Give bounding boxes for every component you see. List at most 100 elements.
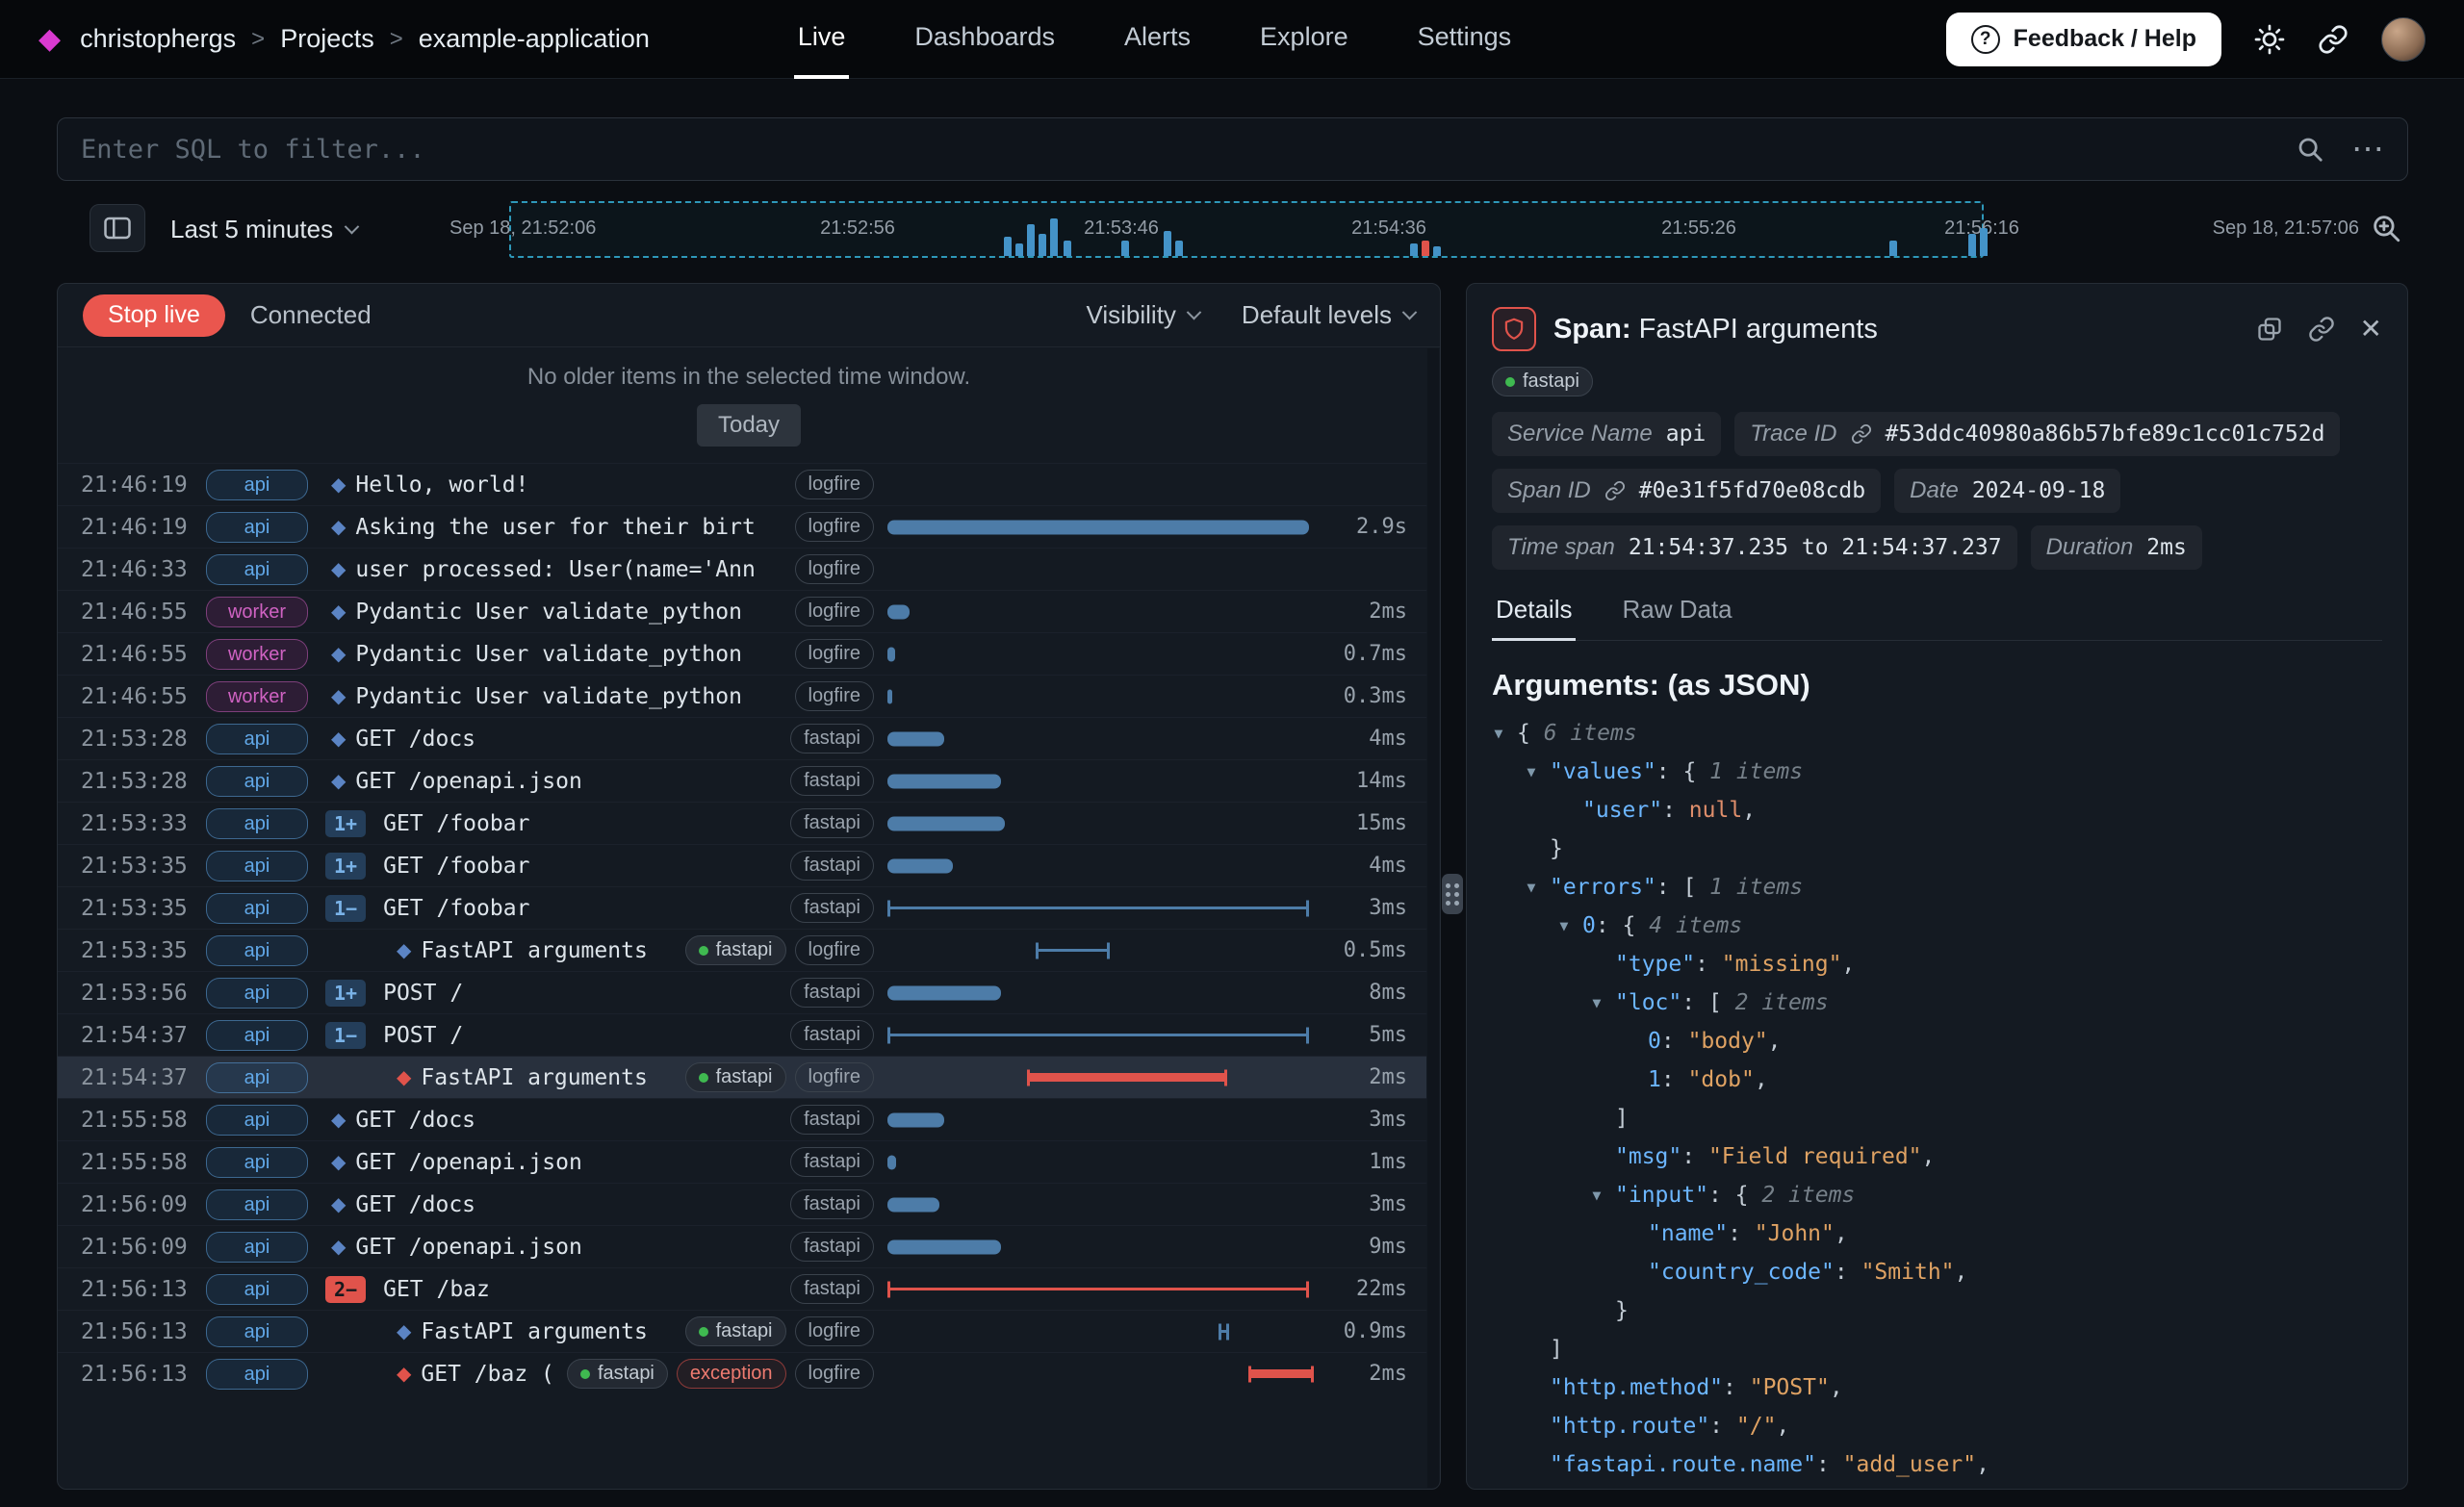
child-count-badge[interactable]: 1+ xyxy=(325,810,366,837)
trace-row[interactable]: 21:54:37api1−POST /fastapi5ms xyxy=(58,1013,1426,1056)
trace-row[interactable]: 21:46:55worker◆Pydantic User validate_py… xyxy=(58,632,1426,675)
timeline-histogram-bar[interactable] xyxy=(1175,241,1183,256)
trace-row[interactable]: 21:56:09api◆GET /openapi.jsonfastapi9ms xyxy=(58,1225,1426,1267)
duration-bar[interactable] xyxy=(887,1155,896,1169)
duration-bar[interactable] xyxy=(887,520,1309,534)
trace-row[interactable]: 21:56:09api◆GET /docsfastapi3ms xyxy=(58,1183,1426,1225)
duration-bar[interactable] xyxy=(887,774,1001,788)
service-tag[interactable]: api xyxy=(206,1062,308,1093)
trace-row[interactable]: 21:56:13api◆FastAPI argumentsfastapilogf… xyxy=(58,1310,1426,1352)
timeline-selection[interactable] xyxy=(509,201,1984,258)
service-tag[interactable]: worker xyxy=(206,597,308,627)
expand-caret-icon[interactable]: ▾ xyxy=(1557,907,1582,945)
time-range-selector[interactable]: Last 5 minutes xyxy=(170,208,357,250)
share-link-icon[interactable] xyxy=(2318,24,2348,55)
trace-row[interactable]: 21:53:35api1−GET /foobarfastapi3ms xyxy=(58,886,1426,929)
child-count-badge[interactable]: 1− xyxy=(325,1022,366,1049)
breadcrumb-item[interactable]: Projects xyxy=(280,24,374,54)
duration-bar[interactable] xyxy=(1036,942,1110,958)
tab-alerts[interactable]: Alerts xyxy=(1120,0,1194,79)
service-tag[interactable]: api xyxy=(206,808,308,839)
timeline-histogram-bar[interactable] xyxy=(1410,243,1418,256)
timeline-histogram-bar[interactable] xyxy=(1015,243,1023,256)
trace-row[interactable]: 21:46:19api◆Hello, world!logfire xyxy=(58,463,1426,505)
panel-resize-handle[interactable] xyxy=(1442,874,1463,914)
service-tag[interactable]: api xyxy=(206,1316,308,1347)
expand-caret-icon[interactable]: ▾ xyxy=(1492,714,1517,753)
trace-row[interactable]: 21:56:13api2−GET /bazfastapi22ms xyxy=(58,1267,1426,1310)
child-count-badge[interactable]: 2− xyxy=(325,1276,366,1303)
service-tag[interactable]: api xyxy=(206,893,308,924)
duration-bar[interactable] xyxy=(887,1112,944,1127)
timeline-histogram-bar[interactable] xyxy=(1004,237,1012,256)
service-tag[interactable]: api xyxy=(206,1105,308,1136)
trace-row[interactable]: 21:53:35api1+GET /foobarfastapi4ms xyxy=(58,844,1426,886)
timeline-histogram-bar[interactable] xyxy=(1121,241,1129,256)
trace-row[interactable]: 21:53:28api◆GET /openapi.jsonfastapi14ms xyxy=(58,759,1426,802)
trace-row[interactable]: 21:55:58api◆GET /openapi.jsonfastapi1ms xyxy=(58,1140,1426,1183)
duration-bar[interactable] xyxy=(887,816,1005,830)
tab-settings[interactable]: Settings xyxy=(1414,0,1516,79)
duration-bar[interactable] xyxy=(1248,1366,1314,1382)
timeline-histogram-bar[interactable] xyxy=(1039,234,1046,256)
zoom-in-icon[interactable] xyxy=(2370,212,2402,244)
close-icon[interactable]: ✕ xyxy=(2360,316,2382,343)
timeline-histogram-bar[interactable] xyxy=(1027,224,1035,256)
service-tag[interactable]: api xyxy=(206,766,308,797)
expand-caret-icon[interactable]: ▾ xyxy=(1590,983,1615,1022)
service-tag[interactable]: api xyxy=(206,724,308,754)
timeline-histogram-bar[interactable] xyxy=(1980,228,1988,256)
service-tag[interactable]: api xyxy=(206,1274,308,1305)
breadcrumb-item[interactable]: christophergs xyxy=(80,24,236,54)
breadcrumb-item[interactable]: example-application xyxy=(419,24,650,54)
stop-live-button[interactable]: Stop live xyxy=(83,294,225,337)
duration-bar[interactable] xyxy=(887,1239,1001,1254)
duration-bar[interactable] xyxy=(887,604,910,619)
timeline-histogram-bar[interactable] xyxy=(1889,241,1897,256)
trace-row[interactable]: 21:53:35api◆FastAPI argumentsfastapilogf… xyxy=(58,929,1426,971)
theme-toggle-icon[interactable] xyxy=(2254,24,2285,55)
default-levels-dropdown[interactable]: Default levels xyxy=(1242,300,1415,330)
link-icon[interactable] xyxy=(1851,423,1872,445)
trace-row[interactable]: 21:46:55worker◆Pydantic User validate_py… xyxy=(58,590,1426,632)
trace-row[interactable]: 21:56:13api◆GET /baz (fofastapiexception… xyxy=(58,1352,1426,1394)
service-tag[interactable]: api xyxy=(206,1359,308,1390)
tab-live[interactable]: Live xyxy=(794,0,850,79)
logfire-logo-icon[interactable]: ◆ xyxy=(38,25,61,54)
service-tag[interactable]: api xyxy=(206,554,308,585)
trace-row[interactable]: 21:54:37api◆FastAPI argumentsfastapilogf… xyxy=(58,1056,1426,1098)
timeline-histogram-bar[interactable] xyxy=(1164,231,1171,256)
filter-menu-icon[interactable]: ⋯ xyxy=(2351,133,2384,166)
timeline[interactable]: Sep 18, 21:52:0621:52:5621:53:4621:54:36… xyxy=(442,198,2367,260)
timeline-histogram-bar[interactable] xyxy=(1422,241,1429,256)
service-tag[interactable]: api xyxy=(206,1147,308,1178)
duration-bar[interactable] xyxy=(887,1281,1309,1297)
service-tag[interactable]: api xyxy=(206,851,308,881)
service-tag[interactable]: api xyxy=(206,1189,308,1220)
duration-bar[interactable] xyxy=(1027,1069,1227,1086)
trace-row[interactable]: 21:46:55worker◆Pydantic User validate_py… xyxy=(58,675,1426,717)
link-icon[interactable] xyxy=(1604,480,1626,501)
user-avatar[interactable] xyxy=(2381,17,2426,62)
trace-row[interactable]: 21:46:19api◆Asking the user for their bi… xyxy=(58,505,1426,548)
timeline-histogram-bar[interactable] xyxy=(1968,234,1976,256)
timeline-histogram-bar[interactable] xyxy=(1433,246,1441,256)
visibility-dropdown[interactable]: Visibility xyxy=(1086,300,1198,330)
service-tag[interactable]: api xyxy=(206,512,308,543)
child-count-badge[interactable]: 1+ xyxy=(325,853,366,880)
duration-bar[interactable] xyxy=(887,900,1309,916)
tab-dashboards[interactable]: Dashboards xyxy=(911,0,1059,79)
tab-raw-data[interactable]: Raw Data xyxy=(1618,583,1735,641)
duration-bar[interactable] xyxy=(887,647,895,661)
tab-details[interactable]: Details xyxy=(1492,583,1576,641)
duration-bar[interactable] xyxy=(887,689,892,703)
service-tag[interactable]: worker xyxy=(206,639,308,670)
trace-row[interactable]: 21:53:56api1+POST /fastapi8ms xyxy=(58,971,1426,1013)
service-tag[interactable]: api xyxy=(206,1232,308,1263)
tab-explore[interactable]: Explore xyxy=(1256,0,1352,79)
copy-link-icon[interactable] xyxy=(2308,316,2335,343)
scrollbar[interactable] xyxy=(1427,348,1439,1488)
duration-bar[interactable] xyxy=(887,985,1001,1000)
search-icon[interactable] xyxy=(2296,135,2324,164)
service-tag[interactable]: api xyxy=(206,470,308,500)
